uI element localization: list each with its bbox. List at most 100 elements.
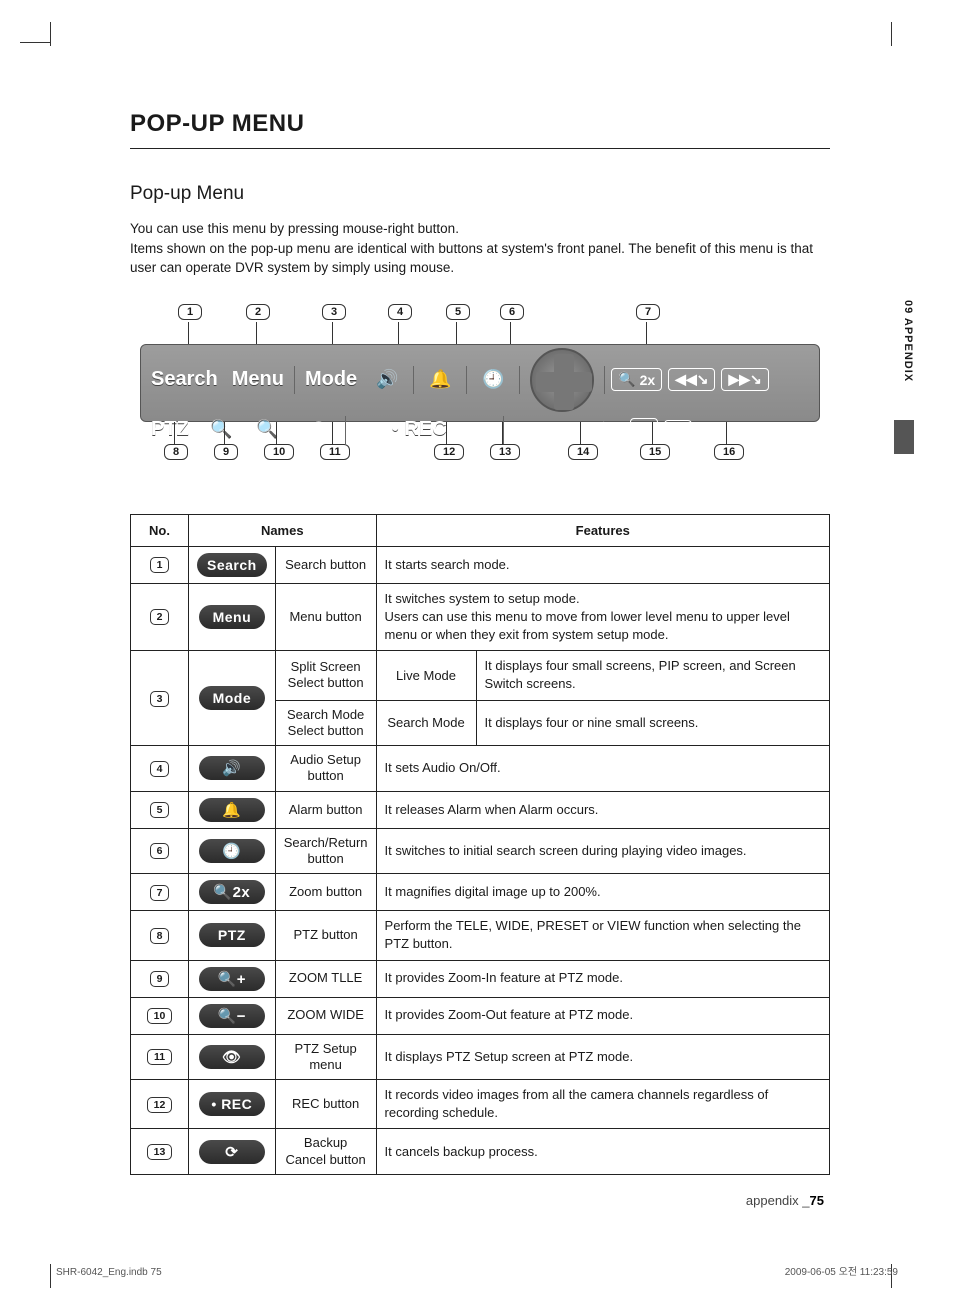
row-name: Backup Cancel button <box>275 1129 376 1175</box>
row-name: Search button <box>275 546 376 583</box>
row-feature: It displays four or nine small screens. <box>476 700 829 746</box>
features-table: No. Names Features 1SearchSearch buttonI… <box>130 514 830 1175</box>
zoom-in-icon[interactable]: 🔍+ <box>207 415 247 445</box>
zoom-out-icon[interactable]: 🔍− <box>253 415 293 445</box>
row-feature: It starts search mode. <box>376 546 829 583</box>
row-no: 10 <box>147 1008 173 1024</box>
row-feature: It provides Zoom-In feature at PTZ mode. <box>376 960 829 997</box>
page-title: POP-UP MENU <box>130 110 830 149</box>
callout-8: 8 <box>164 444 188 460</box>
forward-button[interactable]: ▶▶↘ <box>721 368 768 391</box>
callout-4: 4 <box>388 304 412 320</box>
stop-square-icon <box>671 423 685 437</box>
callout-15: 15 <box>640 444 670 460</box>
row-mode: Live Mode <box>376 651 476 700</box>
row-button: PTZ <box>199 923 265 947</box>
row-no: 11 <box>147 1049 172 1065</box>
zoom-2x-icon: 🔍2x <box>199 880 265 904</box>
zoom-in-icon: 🔍+ <box>199 967 265 991</box>
row-name: PTZ Setup menu <box>275 1034 376 1080</box>
row-no: 1 <box>150 557 170 573</box>
callout-10: 10 <box>264 444 294 460</box>
row-feature: Perform the TELE, WIDE, PRESET or VIEW f… <box>376 911 829 960</box>
zoom-2x-button[interactable]: 🔍2x <box>611 368 662 391</box>
audio-icon[interactable]: 🔊 <box>367 365 407 395</box>
rewind-button[interactable]: ◀◀↘ <box>668 368 715 391</box>
eye-icon: 👁 <box>199 1045 265 1069</box>
callout-14: 14 <box>568 444 598 460</box>
callout-6: 6 <box>500 304 524 320</box>
print-mark-left: SHR-6042_Eng.indb 75 <box>56 1267 162 1278</box>
row-no: 6 <box>150 843 170 859</box>
dpad-control[interactable] <box>530 348 594 412</box>
callout-12: 12 <box>434 444 464 460</box>
row-button: Search <box>197 553 267 577</box>
row-no: 3 <box>150 691 170 707</box>
row-name: ZOOM TLLE <box>275 960 376 997</box>
row-button: • REC <box>199 1092 265 1116</box>
row-feature: It magnifies digital image up to 200%. <box>376 874 829 911</box>
row-name: Alarm button <box>275 791 376 828</box>
popup-menu-diagram: 1 2 3 4 5 6 7 Search Menu Mode 🔊 🔔 🕘 <box>130 304 830 474</box>
callout-5: 5 <box>446 304 470 320</box>
cancel-icon: ⟳ <box>199 1140 265 1164</box>
row-button: Menu <box>199 605 265 629</box>
print-mark-right: 2009-06-05 오전 11:23:59 <box>785 1263 898 1278</box>
menu-search[interactable]: Search <box>147 368 222 391</box>
sub-title: Pop-up Menu <box>130 183 830 205</box>
row-mode: Search Mode <box>376 700 476 746</box>
row-name: Split Screen Select button <box>275 651 376 700</box>
freeze-icon[interactable]: ❄ <box>584 415 624 445</box>
clock-icon: 🕘 <box>199 839 265 863</box>
intro-line-1: You can use this menu by pressing mouse-… <box>130 219 830 239</box>
row-feature: It displays four small screens, PIP scre… <box>476 651 829 700</box>
callout-13: 13 <box>490 444 520 460</box>
row-name: Search Mode Select button <box>275 700 376 746</box>
row-no: 5 <box>150 802 170 818</box>
callout-16: 16 <box>714 444 744 460</box>
stop-button[interactable] <box>664 420 692 440</box>
callout-1: 1 <box>178 304 202 320</box>
row-name: Menu button <box>275 583 376 651</box>
row-feature: It cancels backup process. <box>376 1129 829 1175</box>
side-tab: 09 APPENDIX <box>902 300 914 382</box>
menu-rec[interactable]: • REC <box>388 418 451 441</box>
menu-menu[interactable]: Menu <box>228 368 288 391</box>
row-name: Audio Setup button <box>275 746 376 792</box>
callout-2: 2 <box>246 304 270 320</box>
row-name: REC button <box>275 1080 376 1129</box>
row-feature: It switches system to setup mode.Users c… <box>376 583 829 651</box>
step-button[interactable]: ↘ᴵ <box>630 418 658 441</box>
clock-icon[interactable]: 🕘 <box>473 365 513 395</box>
zoom-out-icon: 🔍− <box>199 1004 265 1028</box>
row-no: 12 <box>147 1097 173 1113</box>
side-index-bar <box>894 420 914 454</box>
th-no: No. <box>131 514 189 546</box>
callout-11: 11 <box>320 444 350 460</box>
row-feature: It provides Zoom-Out feature at PTZ mode… <box>376 997 829 1034</box>
row-feature: It releases Alarm when Alarm occurs. <box>376 791 829 828</box>
callout-7: 7 <box>636 304 660 320</box>
row-no: 8 <box>150 928 170 944</box>
row-name: Zoom button <box>275 874 376 911</box>
row-no: 2 <box>150 609 170 625</box>
th-names: Names <box>189 514 377 546</box>
row-no: 9 <box>150 971 170 987</box>
callout-9: 9 <box>214 444 238 460</box>
row-feature: It displays PTZ Setup screen at PTZ mode… <box>376 1034 829 1080</box>
callout-3: 3 <box>322 304 346 320</box>
row-button: Mode <box>199 686 265 710</box>
cancel-icon[interactable]: ⟳ <box>457 415 497 445</box>
intro-line-2: Items shown on the pop-up menu are ident… <box>130 239 830 278</box>
row-no: 13 <box>147 1144 173 1160</box>
menu-mode[interactable]: Mode <box>301 368 361 391</box>
row-name: PTZ button <box>275 911 376 960</box>
row-no: 7 <box>150 885 170 901</box>
alarm-icon[interactable]: 🔔 <box>420 365 460 395</box>
menu-bar: Search Menu Mode 🔊 🔔 🕘 🔍2x ◀◀↘ ▶▶↘ PTZ 🔍… <box>140 344 820 422</box>
audio-icon: 🔊 <box>199 756 265 780</box>
page-footer: appendix _75 <box>746 1193 824 1208</box>
row-feature: It records video images from all the cam… <box>376 1080 829 1129</box>
row-feature: It sets Audio On/Off. <box>376 746 829 792</box>
row-name: Search/Return button <box>275 828 376 874</box>
